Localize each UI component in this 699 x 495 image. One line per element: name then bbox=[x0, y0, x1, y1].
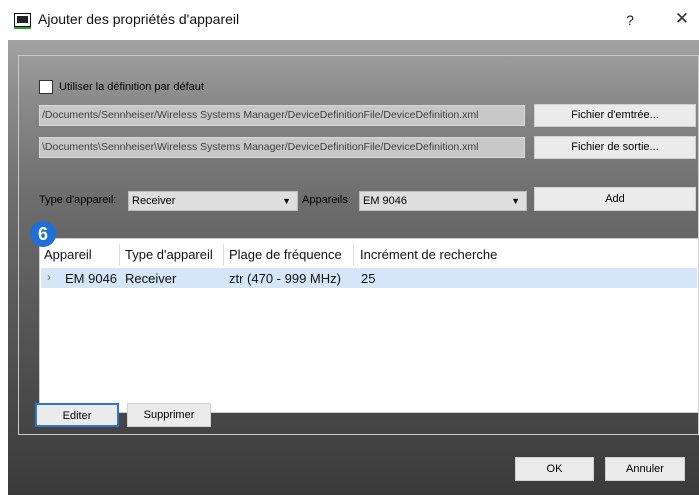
sennheiser-app-icon bbox=[14, 13, 31, 29]
input-file-path-field[interactable]: /Documents/Sennheiser/Wireless Systems M… bbox=[39, 105, 525, 126]
column-header-search-step[interactable]: Incrément de recherche bbox=[360, 247, 497, 262]
delete-button[interactable]: Supprimer bbox=[127, 403, 211, 427]
devices-value: EM 9046 bbox=[363, 195, 408, 207]
use-default-label: Utiliser la définition par défaut bbox=[59, 81, 204, 93]
column-header-frequency-range[interactable]: Plage de fréquence bbox=[229, 247, 342, 262]
definition-panel: Utiliser la définition par défaut /Docum… bbox=[18, 55, 699, 435]
column-separator bbox=[353, 244, 354, 266]
devices-label: Appareils: bbox=[302, 194, 351, 206]
dialog-window: Ajouter des propriétés d'appareil ? ✕ Ut… bbox=[0, 0, 699, 495]
column-header-device[interactable]: Appareil bbox=[44, 247, 92, 262]
cell-search-step: 25 bbox=[361, 271, 376, 286]
dialog-title: Ajouter des propriétés d'appareil bbox=[38, 11, 240, 27]
cell-device-type: Receiver bbox=[125, 271, 177, 286]
dropdown-arrow-icon: ▼ bbox=[282, 196, 291, 206]
use-default-checkbox[interactable] bbox=[39, 80, 53, 94]
cell-frequency-range: ztr (470 - 999 MHz) bbox=[229, 271, 341, 286]
help-button[interactable]: ? bbox=[620, 10, 640, 30]
device-type-value: Receiver bbox=[132, 195, 176, 207]
edit-button[interactable]: Editer bbox=[35, 403, 119, 427]
output-file-button[interactable]: Fichier de sortie... bbox=[534, 136, 696, 159]
expand-chevron-icon[interactable]: › bbox=[47, 270, 51, 284]
device-properties-table[interactable]: Appareil Type d'appareil Plage de fréque… bbox=[39, 238, 699, 413]
column-header-device-type[interactable]: Type d'appareil bbox=[125, 247, 213, 262]
devices-select[interactable]: EM 9046 ▼ bbox=[359, 191, 527, 211]
input-file-button[interactable]: Fichier d'emtrée... bbox=[534, 104, 696, 127]
callout-number-badge: 6 bbox=[30, 221, 56, 247]
column-separator bbox=[119, 244, 120, 266]
dropdown-arrow-icon: ▼ bbox=[511, 196, 520, 206]
cancel-button[interactable]: Annuler bbox=[605, 457, 685, 481]
column-separator bbox=[223, 244, 224, 266]
close-icon[interactable]: ✕ bbox=[672, 9, 692, 29]
title-bar: Ajouter des propriétés d'appareil ? ✕ bbox=[0, 0, 699, 40]
table-row[interactable]: › EM 9046 Receiver ztr (470 - 999 MHz) 2… bbox=[41, 268, 697, 288]
device-type-select[interactable]: Receiver ▼ bbox=[128, 191, 298, 211]
output-file-path-field[interactable]: \Documents\Sennheiser\Wireless Systems M… bbox=[39, 137, 525, 158]
ok-button[interactable]: OK bbox=[515, 457, 594, 481]
cell-device: EM 9046 bbox=[65, 271, 118, 286]
add-button[interactable]: Add bbox=[534, 187, 696, 211]
device-type-label: Type d'appareil: bbox=[39, 194, 117, 206]
dialog-body: Utiliser la définition par défaut /Docum… bbox=[8, 40, 699, 495]
